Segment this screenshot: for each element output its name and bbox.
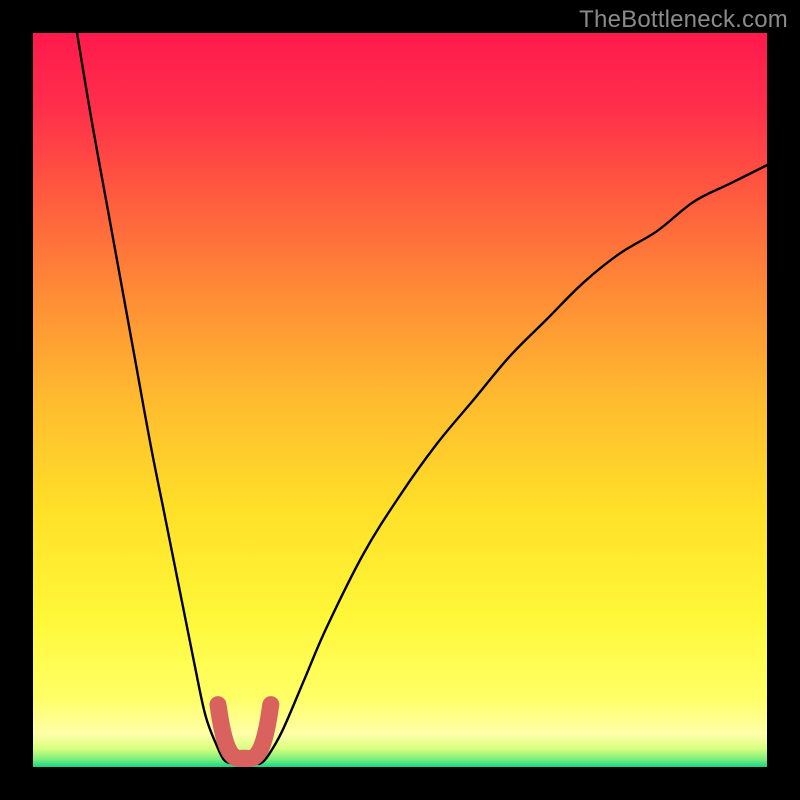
watermark-label: TheBottleneck.com bbox=[579, 6, 788, 34]
bottleneck-chart bbox=[33, 33, 767, 767]
chart-container: TheBottleneck.com bbox=[0, 0, 800, 800]
